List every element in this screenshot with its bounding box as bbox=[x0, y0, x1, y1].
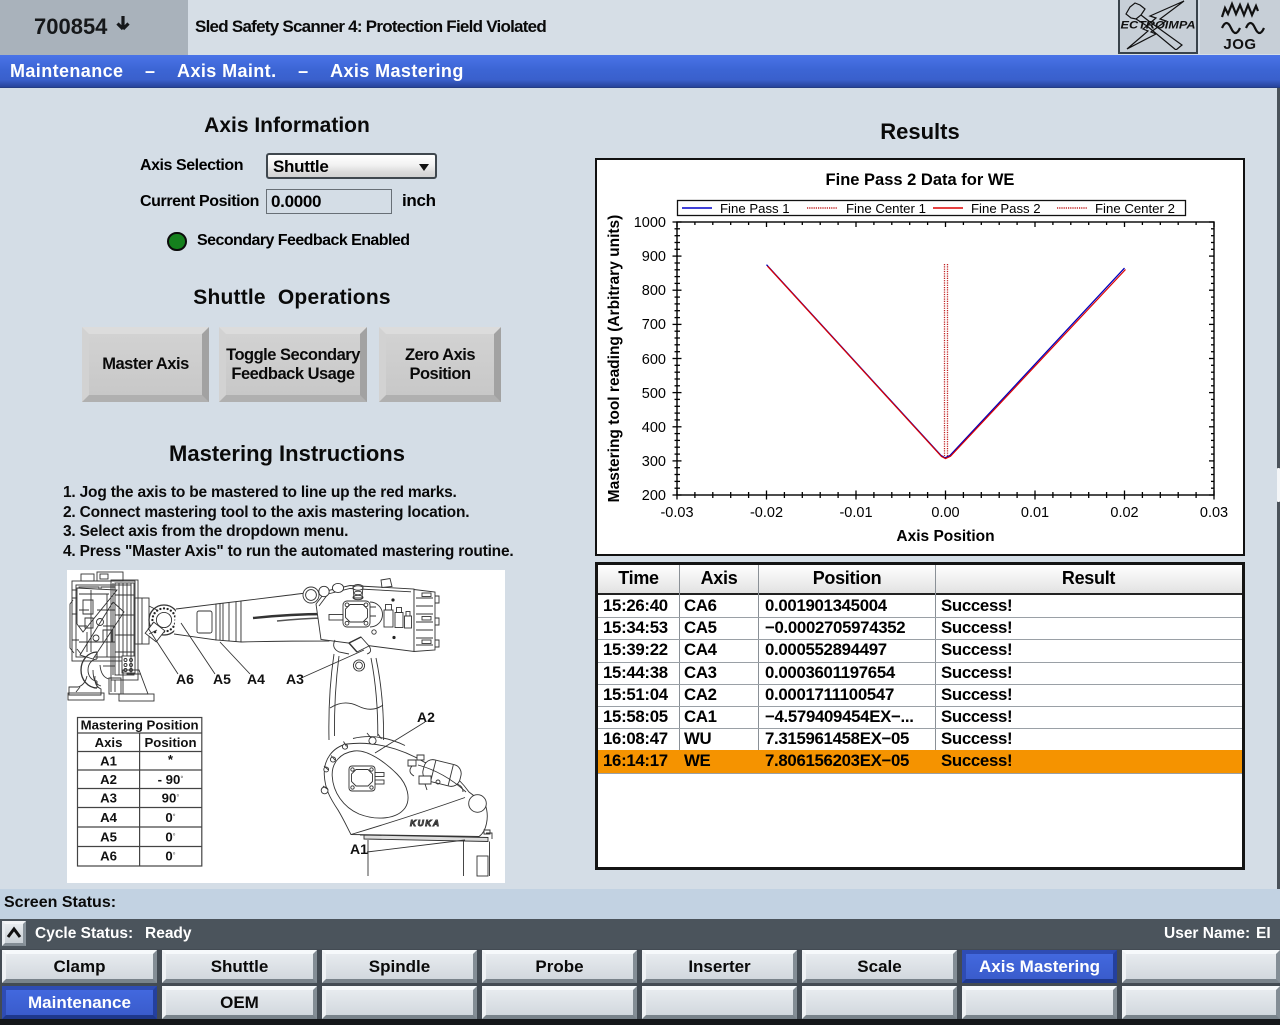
svg-text:Fine Pass 1: Fine Pass 1 bbox=[720, 201, 790, 216]
svg-text:0.02: 0.02 bbox=[1110, 505, 1138, 521]
svg-text:-0.01: -0.01 bbox=[839, 505, 872, 521]
svg-text:Axis: Axis bbox=[95, 735, 123, 750]
svg-text:500: 500 bbox=[642, 386, 666, 402]
svg-text:A6: A6 bbox=[100, 849, 117, 864]
svg-text:A4: A4 bbox=[100, 810, 118, 825]
svg-text:400: 400 bbox=[642, 420, 666, 436]
svg-text:Fine Pass 2: Fine Pass 2 bbox=[971, 201, 1041, 216]
svg-text:200: 200 bbox=[642, 488, 666, 504]
svg-text:Mastering tool reading (Arbitr: Mastering tool reading (Arbitrary units) bbox=[606, 215, 623, 503]
svg-text:0◦: 0◦ bbox=[165, 848, 175, 864]
svg-text:- 90◦: - 90◦ bbox=[158, 772, 184, 788]
svg-text:A3: A3 bbox=[100, 791, 117, 806]
svg-text:Fine Pass 2 Data for WE: Fine Pass 2 Data for WE bbox=[826, 171, 1015, 189]
svg-text:700: 700 bbox=[642, 317, 666, 333]
svg-text:0.00: 0.00 bbox=[931, 505, 959, 521]
svg-text:0◦: 0◦ bbox=[165, 810, 175, 826]
svg-text:A2: A2 bbox=[417, 709, 435, 725]
svg-text:600: 600 bbox=[642, 352, 666, 368]
svg-text:-0.02: -0.02 bbox=[750, 505, 783, 521]
svg-text:90◦: 90◦ bbox=[162, 790, 180, 806]
svg-text:-0.03: -0.03 bbox=[660, 505, 693, 521]
svg-text:*: * bbox=[168, 752, 174, 767]
svg-text:JOG: JOG bbox=[1223, 36, 1256, 53]
svg-text:0◦: 0◦ bbox=[165, 829, 175, 845]
svg-text:A6: A6 bbox=[176, 671, 194, 687]
svg-text:Position: Position bbox=[144, 735, 196, 750]
svg-text:KUKA: KUKA bbox=[410, 818, 441, 828]
svg-text:A2: A2 bbox=[100, 772, 117, 787]
svg-text:300: 300 bbox=[642, 454, 666, 470]
svg-text:A3: A3 bbox=[286, 671, 304, 687]
svg-text:0.03: 0.03 bbox=[1200, 505, 1228, 521]
svg-text:Mastering Position: Mastering Position bbox=[81, 718, 199, 733]
svg-text:Fine Center 1: Fine Center 1 bbox=[846, 201, 926, 216]
svg-text:800: 800 bbox=[642, 283, 666, 299]
svg-text:A4: A4 bbox=[247, 671, 265, 687]
svg-text:Fine Center 2: Fine Center 2 bbox=[1095, 201, 1175, 216]
svg-text:1000: 1000 bbox=[634, 215, 666, 231]
svg-text:A1: A1 bbox=[100, 754, 117, 769]
svg-text:0.01: 0.01 bbox=[1021, 505, 1049, 521]
svg-text:ECTROIMPA: ECTROIMPA bbox=[1121, 20, 1196, 32]
svg-text:900: 900 bbox=[642, 249, 666, 265]
svg-text:A5: A5 bbox=[100, 830, 117, 845]
svg-text:Axis Position: Axis Position bbox=[896, 528, 994, 545]
svg-text:A1: A1 bbox=[350, 841, 368, 857]
svg-text:A5: A5 bbox=[213, 671, 231, 687]
